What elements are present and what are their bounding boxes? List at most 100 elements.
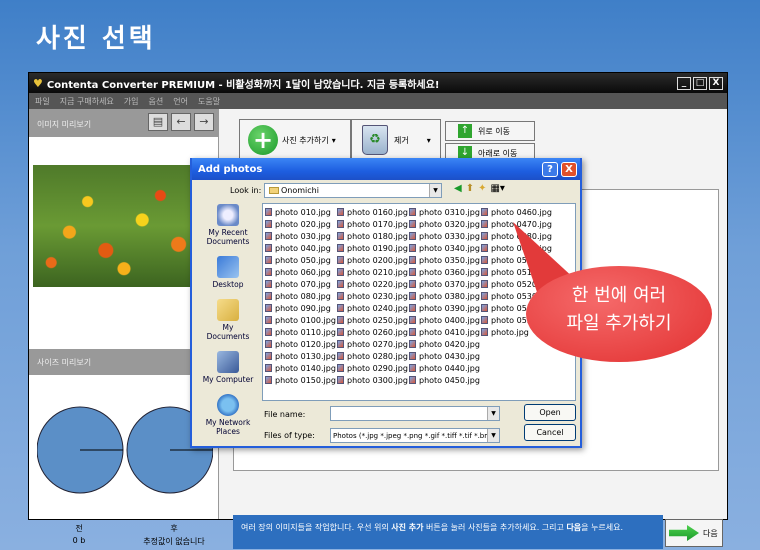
- back-icon[interactable]: ◀: [454, 183, 462, 194]
- new-folder-icon[interactable]: ✦: [478, 183, 486, 194]
- place-my-documents[interactable]: My Documents: [200, 299, 256, 341]
- file-item[interactable]: photo 0330.jpg: [409, 230, 480, 242]
- image-file-icon: [265, 352, 272, 360]
- image-file-icon: [265, 244, 272, 252]
- next-button[interactable]: 다음: [665, 519, 723, 547]
- file-item[interactable]: photo 0100.jpg: [265, 314, 336, 326]
- file-item[interactable]: photo 0220.jpg: [337, 278, 408, 290]
- file-name: photo 0170.jpg: [347, 219, 408, 229]
- image-file-icon: [265, 208, 272, 216]
- file-item[interactable]: photo 0400.jpg: [409, 314, 480, 326]
- menu-help[interactable]: 도움말: [198, 96, 220, 107]
- place-recent-documents[interactable]: My Recent Documents: [200, 204, 256, 246]
- file-name: photo 0120.jpg: [275, 339, 336, 349]
- add-photos-button[interactable]: + 사진 추가하기 ▾: [239, 119, 351, 161]
- file-item[interactable]: photo 050.jpg: [265, 254, 336, 266]
- file-item[interactable]: photo 030.jpg: [265, 230, 336, 242]
- minimize-button[interactable]: _: [677, 76, 691, 90]
- file-name: photo 0460.jpg: [491, 207, 552, 217]
- file-item[interactable]: photo 0280.jpg: [337, 350, 408, 362]
- file-item[interactable]: photo 0240.jpg: [337, 302, 408, 314]
- file-item[interactable]: photo 0140.jpg: [265, 362, 336, 374]
- open-button[interactable]: Open: [524, 404, 576, 421]
- file-item[interactable]: photo 0250.jpg: [337, 314, 408, 326]
- file-item[interactable]: photo 0460.jpg: [481, 206, 552, 218]
- move-up-button[interactable]: ↑ 위로 이동: [445, 121, 535, 141]
- image-file-icon: [337, 316, 344, 324]
- file-item[interactable]: photo 0160.jpg: [337, 206, 408, 218]
- file-item[interactable]: photo 010.jpg: [265, 206, 336, 218]
- file-item[interactable]: photo 0370.jpg: [409, 278, 480, 290]
- file-name-label: File name:: [264, 410, 306, 419]
- file-name: photo 010.jpg: [275, 207, 331, 217]
- file-name: photo 080.jpg: [275, 291, 331, 301]
- file-item[interactable]: photo 0360.jpg: [409, 266, 480, 278]
- file-item[interactable]: photo 020.jpg: [265, 218, 336, 230]
- next-arrow-icon[interactable]: →: [194, 113, 214, 131]
- file-item[interactable]: photo 0430.jpg: [409, 350, 480, 362]
- file-item[interactable]: photo 0150.jpg: [265, 374, 336, 386]
- file-item[interactable]: photo 0120.jpg: [265, 338, 336, 350]
- file-item[interactable]: photo 0200.jpg: [337, 254, 408, 266]
- file-item[interactable]: photo 090.jpg: [265, 302, 336, 314]
- file-type-label: Files of type:: [264, 431, 315, 440]
- up-folder-icon[interactable]: ⬆: [466, 183, 474, 194]
- close-window-button[interactable]: X: [709, 76, 723, 90]
- cancel-button[interactable]: Cancel: [524, 424, 576, 441]
- place-my-network[interactable]: My Network Places: [200, 394, 256, 436]
- file-item[interactable]: photo 0420.jpg: [409, 338, 480, 350]
- menu-language[interactable]: 언어: [173, 96, 188, 107]
- file-name: photo 0180.jpg: [347, 231, 408, 241]
- app-titlebar: ♥ Contenta Converter PREMIUM - 비활성화까지 1달…: [29, 73, 727, 93]
- file-item[interactable]: photo 0340.jpg: [409, 242, 480, 254]
- file-item[interactable]: photo 0380.jpg: [409, 290, 480, 302]
- file-item[interactable]: photo 0180.jpg: [337, 230, 408, 242]
- look-in-dropdown[interactable]: Onomichi ▼: [264, 183, 442, 198]
- menu-options[interactable]: 옵션: [149, 96, 164, 107]
- file-item[interactable]: photo 080.jpg: [265, 290, 336, 302]
- file-item[interactable]: photo 0260.jpg: [337, 326, 408, 338]
- file-name: photo 0360.jpg: [419, 267, 480, 277]
- file-item[interactable]: photo 0440.jpg: [409, 362, 480, 374]
- help-button[interactable]: ?: [542, 161, 558, 177]
- file-item[interactable]: photo 070.jpg: [265, 278, 336, 290]
- file-item[interactable]: photo 0190.jpg: [337, 242, 408, 254]
- file-item[interactable]: photo 040.jpg: [265, 242, 336, 254]
- menu-file[interactable]: 파일: [35, 96, 50, 107]
- file-name: photo 0150.jpg: [275, 375, 336, 385]
- file-type-dropdown[interactable]: Photos (*.jpg *.jpeg *.png *.gif *.tiff …: [330, 428, 500, 443]
- menu-buy-now[interactable]: 지금 구매하세요: [60, 96, 114, 107]
- view-menu-icon[interactable]: ▦▾: [490, 183, 504, 194]
- file-item[interactable]: photo 0210.jpg: [337, 266, 408, 278]
- file-item[interactable]: photo 0130.jpg: [265, 350, 336, 362]
- file-item[interactable]: photo 0320.jpg: [409, 218, 480, 230]
- rotate-icon[interactable]: ▤: [148, 113, 168, 131]
- remove-button[interactable]: ♻ 제거 ▾: [351, 119, 441, 161]
- add-photos-dialog: Add photos ? X Look in: Onomichi ▼ ◀ ⬆ ✦…: [190, 158, 582, 448]
- file-item[interactable]: photo 0170.jpg: [337, 218, 408, 230]
- maximize-button[interactable]: □: [693, 76, 707, 90]
- file-item[interactable]: photo 0270.jpg: [337, 338, 408, 350]
- file-item[interactable]: photo 0300.jpg: [337, 374, 408, 386]
- place-my-computer[interactable]: My Computer: [200, 351, 256, 384]
- prev-arrow-icon[interactable]: ←: [171, 113, 191, 131]
- file-item[interactable]: photo 0410.jpg: [409, 326, 480, 338]
- file-item[interactable]: photo 0230.jpg: [337, 290, 408, 302]
- image-file-icon: [481, 280, 488, 288]
- file-item[interactable]: photo 0110.jpg: [265, 326, 336, 338]
- image-file-icon: [337, 208, 344, 216]
- menu-register[interactable]: 가입: [124, 96, 139, 107]
- file-item[interactable]: photo 0450.jpg: [409, 374, 480, 386]
- add-photos-label: 사진 추가하기: [282, 135, 329, 145]
- close-dialog-button[interactable]: X: [561, 161, 577, 177]
- file-item[interactable]: photo 0390.jpg: [409, 302, 480, 314]
- recycle-bin-icon: ♻: [362, 125, 388, 155]
- file-item[interactable]: photo 060.jpg: [265, 266, 336, 278]
- file-item[interactable]: photo 0290.jpg: [337, 362, 408, 374]
- file-item[interactable]: photo 0310.jpg: [409, 206, 480, 218]
- place-desktop[interactable]: Desktop: [200, 256, 256, 289]
- file-name-input[interactable]: ▼: [330, 406, 500, 421]
- file-name: photo 0260.jpg: [347, 327, 408, 337]
- file-item[interactable]: photo 0350.jpg: [409, 254, 480, 266]
- place-label: My Recent Documents: [206, 228, 250, 246]
